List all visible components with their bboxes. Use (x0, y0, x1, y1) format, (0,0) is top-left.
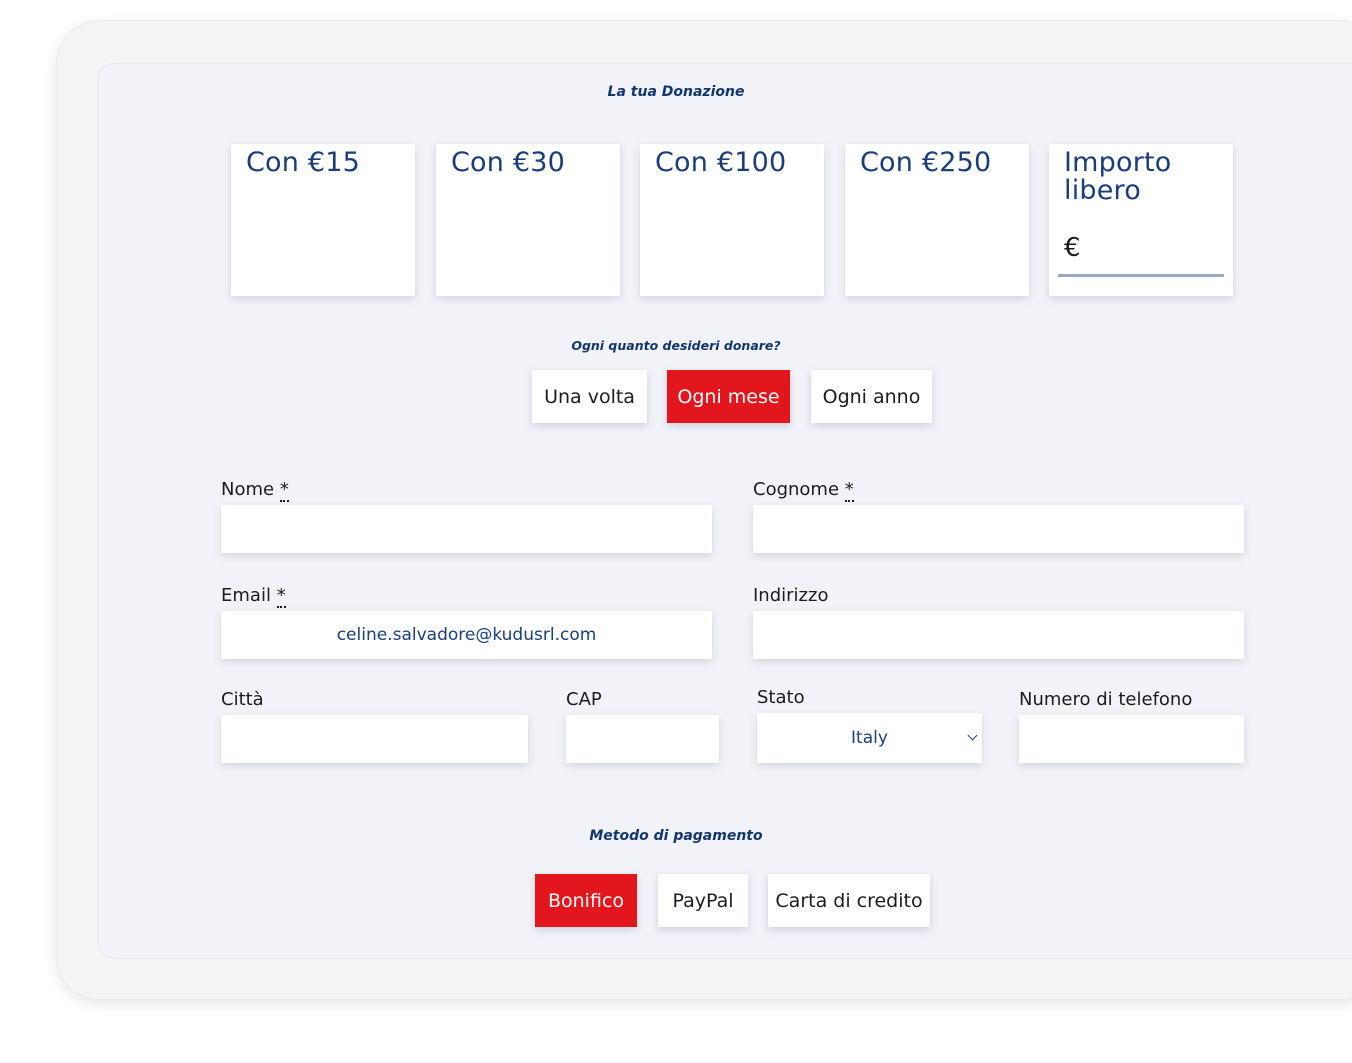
free-amount-label: Importo libero (1064, 147, 1172, 206)
required-mark: * (276, 585, 286, 608)
amount-card-15[interactable]: Con €15 (231, 144, 415, 296)
payment-section-title: Metodo di pagamento (589, 828, 763, 844)
nome-label: Nome * (221, 479, 289, 502)
chevron-down-icon (967, 730, 978, 741)
payment-paypal-button[interactable]: PayPal (658, 874, 748, 927)
amount-card-250[interactable]: Con €250 (845, 144, 1029, 296)
required-mark: * (279, 479, 289, 502)
required-mark: * (844, 479, 854, 502)
euro-sign: € (1064, 233, 1081, 263)
payment-credit-card-button[interactable]: Carta di credito (768, 874, 930, 927)
frequency-yearly-button[interactable]: Ogni anno (811, 370, 932, 423)
indirizzo-input[interactable] (753, 611, 1244, 659)
email-label: Email * (221, 585, 286, 608)
free-amount-input[interactable] (1090, 235, 1220, 271)
amount-card-100[interactable]: Con €100 (640, 144, 824, 296)
cap-input[interactable] (566, 715, 719, 763)
stato-select[interactable]: Italy (757, 713, 982, 763)
donation-section-title: La tua Donazione (607, 84, 745, 100)
cognome-input[interactable] (753, 505, 1244, 553)
amount-card-30[interactable]: Con €30 (436, 144, 620, 296)
nome-input[interactable] (221, 505, 712, 553)
citta-label: Città (221, 689, 264, 710)
stato-label: Stato (757, 687, 805, 708)
citta-input[interactable] (221, 715, 528, 763)
amount-card-free[interactable]: Importo libero € (1049, 144, 1233, 296)
telefono-label: Numero di telefono (1019, 689, 1193, 710)
stato-selected-value: Italy (851, 728, 888, 748)
indirizzo-label: Indirizzo (753, 585, 829, 606)
amount-label: Con €30 (451, 147, 566, 178)
cognome-label: Cognome * (753, 479, 854, 502)
amount-label: Con €250 (860, 147, 992, 178)
cap-label: CAP (566, 689, 602, 710)
frequency-once-button[interactable]: Una volta (532, 370, 647, 423)
payment-bonifico-button[interactable]: Bonifico (535, 874, 637, 927)
amount-label: Con €15 (246, 147, 361, 178)
amount-label: Con €100 (655, 147, 787, 178)
free-amount-field: € (1058, 229, 1224, 277)
email-input[interactable] (221, 611, 712, 659)
frequency-monthly-button[interactable]: Ogni mese (667, 370, 790, 423)
frequency-section-title: Ogni quanto desideri donare? (571, 338, 781, 353)
telefono-input[interactable] (1019, 715, 1244, 763)
